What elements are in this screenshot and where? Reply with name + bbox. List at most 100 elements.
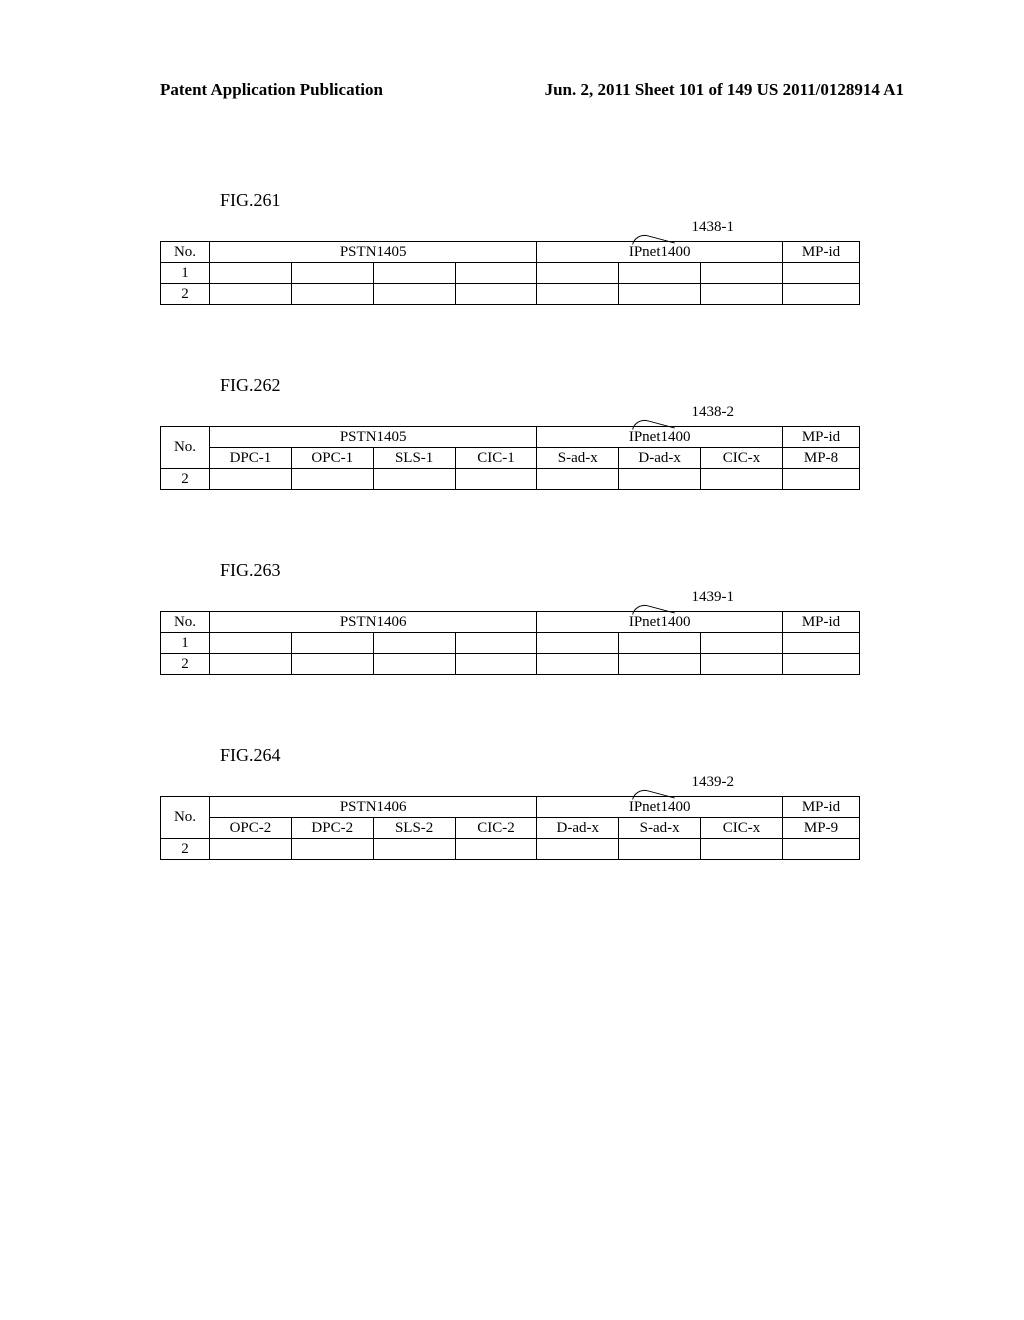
cell: MP-9: [783, 818, 860, 839]
col-pstn: PSTN1406: [210, 797, 537, 818]
cell: [537, 654, 619, 675]
cell: [291, 839, 373, 860]
reference-label: 1438-2: [692, 404, 735, 421]
cell: OPC-2: [210, 818, 292, 839]
cell: [455, 284, 537, 305]
table-row: 2: [161, 839, 860, 860]
table-row: OPC-2 DPC-2 SLS-2 CIC-2 D-ad-x S-ad-x CI…: [161, 818, 860, 839]
cell: D-ad-x: [619, 448, 701, 469]
page-header: Patent Application Publication Jun. 2, 2…: [160, 80, 904, 100]
table-row: DPC-1 OPC-1 SLS-1 CIC-1 S-ad-x D-ad-x CI…: [161, 448, 860, 469]
table-fig262: No. PSTN1405 IPnet1400 MP-id DPC-1 OPC-1…: [160, 426, 860, 490]
cell: [455, 469, 537, 490]
col-no: No.: [161, 242, 210, 263]
col-mpid: MP-id: [783, 242, 860, 263]
col-no: No.: [161, 612, 210, 633]
col-mpid: MP-id: [783, 797, 860, 818]
col-pstn: PSTN1405: [210, 242, 537, 263]
cell: [783, 839, 860, 860]
cell: [783, 263, 860, 284]
cell: [783, 469, 860, 490]
col-mpid: MP-id: [783, 427, 860, 448]
cell: [701, 284, 783, 305]
cell: OPC-1: [291, 448, 373, 469]
header-right: Jun. 2, 2011 Sheet 101 of 149 US 2011/01…: [545, 80, 904, 100]
cell-no: 2: [161, 284, 210, 305]
cell: S-ad-x: [619, 818, 701, 839]
cell: [537, 263, 619, 284]
cell: [291, 633, 373, 654]
table-header-row: No. PSTN1405 IPnet1400 MP-id: [161, 427, 860, 448]
cell: [291, 263, 373, 284]
cell-no: 2: [161, 469, 210, 490]
cell: D-ad-x: [537, 818, 619, 839]
cell-no: 1: [161, 633, 210, 654]
col-pstn: PSTN1406: [210, 612, 537, 633]
cell: [537, 469, 619, 490]
cell: [783, 654, 860, 675]
cell: [373, 263, 455, 284]
col-mpid: MP-id: [783, 612, 860, 633]
cell: CIC-1: [455, 448, 537, 469]
cell: [291, 654, 373, 675]
cell: DPC-1: [210, 448, 292, 469]
header-left: Patent Application Publication: [160, 80, 383, 100]
cell: [783, 284, 860, 305]
cell: [210, 839, 292, 860]
figure-label: FIG.263: [220, 560, 904, 581]
col-pstn: PSTN1405: [210, 427, 537, 448]
cell: SLS-1: [373, 448, 455, 469]
cell: [373, 633, 455, 654]
cell: [455, 263, 537, 284]
figure-263: FIG.263 1439-1 No. PSTN1406 IPnet1400 MP…: [160, 560, 904, 675]
cell-no: 1: [161, 263, 210, 284]
cell: SLS-2: [373, 818, 455, 839]
table-row: 1: [161, 263, 860, 284]
cell: [455, 633, 537, 654]
cell: CIC-x: [701, 448, 783, 469]
cell: [210, 263, 292, 284]
cell: [619, 633, 701, 654]
reference-label: 1438-1: [692, 219, 735, 236]
table-row: 2: [161, 284, 860, 305]
cell: MP-8: [783, 448, 860, 469]
cell: [701, 263, 783, 284]
reference-label: 1439-1: [692, 589, 735, 606]
figure-264: FIG.264 1439-2 No. PSTN1406 IPnet1400 MP…: [160, 745, 904, 860]
cell: [210, 654, 292, 675]
cell: [537, 633, 619, 654]
col-no: No.: [161, 427, 210, 469]
cell: [619, 284, 701, 305]
cell: S-ad-x: [537, 448, 619, 469]
table-header-row: No. PSTN1406 IPnet1400 MP-id: [161, 612, 860, 633]
cell: [701, 469, 783, 490]
cell-no: 2: [161, 654, 210, 675]
table-fig264: No. PSTN1406 IPnet1400 MP-id OPC-2 DPC-2…: [160, 796, 860, 860]
table-fig261: No. PSTN1405 IPnet1400 MP-id 1: [160, 241, 860, 305]
col-no: No.: [161, 797, 210, 839]
cell: [291, 284, 373, 305]
cell: [210, 284, 292, 305]
cell: DPC-2: [291, 818, 373, 839]
cell: [373, 839, 455, 860]
cell: [210, 469, 292, 490]
figure-262: FIG.262 1438-2 No. PSTN1405 IPnet1400 MP…: [160, 375, 904, 490]
cell-no: 2: [161, 839, 210, 860]
figure-261: FIG.261 1438-1 No. PSTN1405 IPnet1400 MP…: [160, 190, 904, 305]
reference-label: 1439-2: [692, 774, 735, 791]
cell: [619, 263, 701, 284]
cell: [373, 284, 455, 305]
figure-label: FIG.262: [220, 375, 904, 396]
cell: [701, 633, 783, 654]
cell: [619, 654, 701, 675]
table-header-row: No. PSTN1405 IPnet1400 MP-id: [161, 242, 860, 263]
table-fig263: No. PSTN1406 IPnet1400 MP-id 1: [160, 611, 860, 675]
cell: [701, 839, 783, 860]
cell: CIC-2: [455, 818, 537, 839]
figure-label: FIG.264: [220, 745, 904, 766]
table-row: 1: [161, 633, 860, 654]
cell: [619, 469, 701, 490]
cell: [455, 654, 537, 675]
cell: [537, 839, 619, 860]
cell: [291, 469, 373, 490]
